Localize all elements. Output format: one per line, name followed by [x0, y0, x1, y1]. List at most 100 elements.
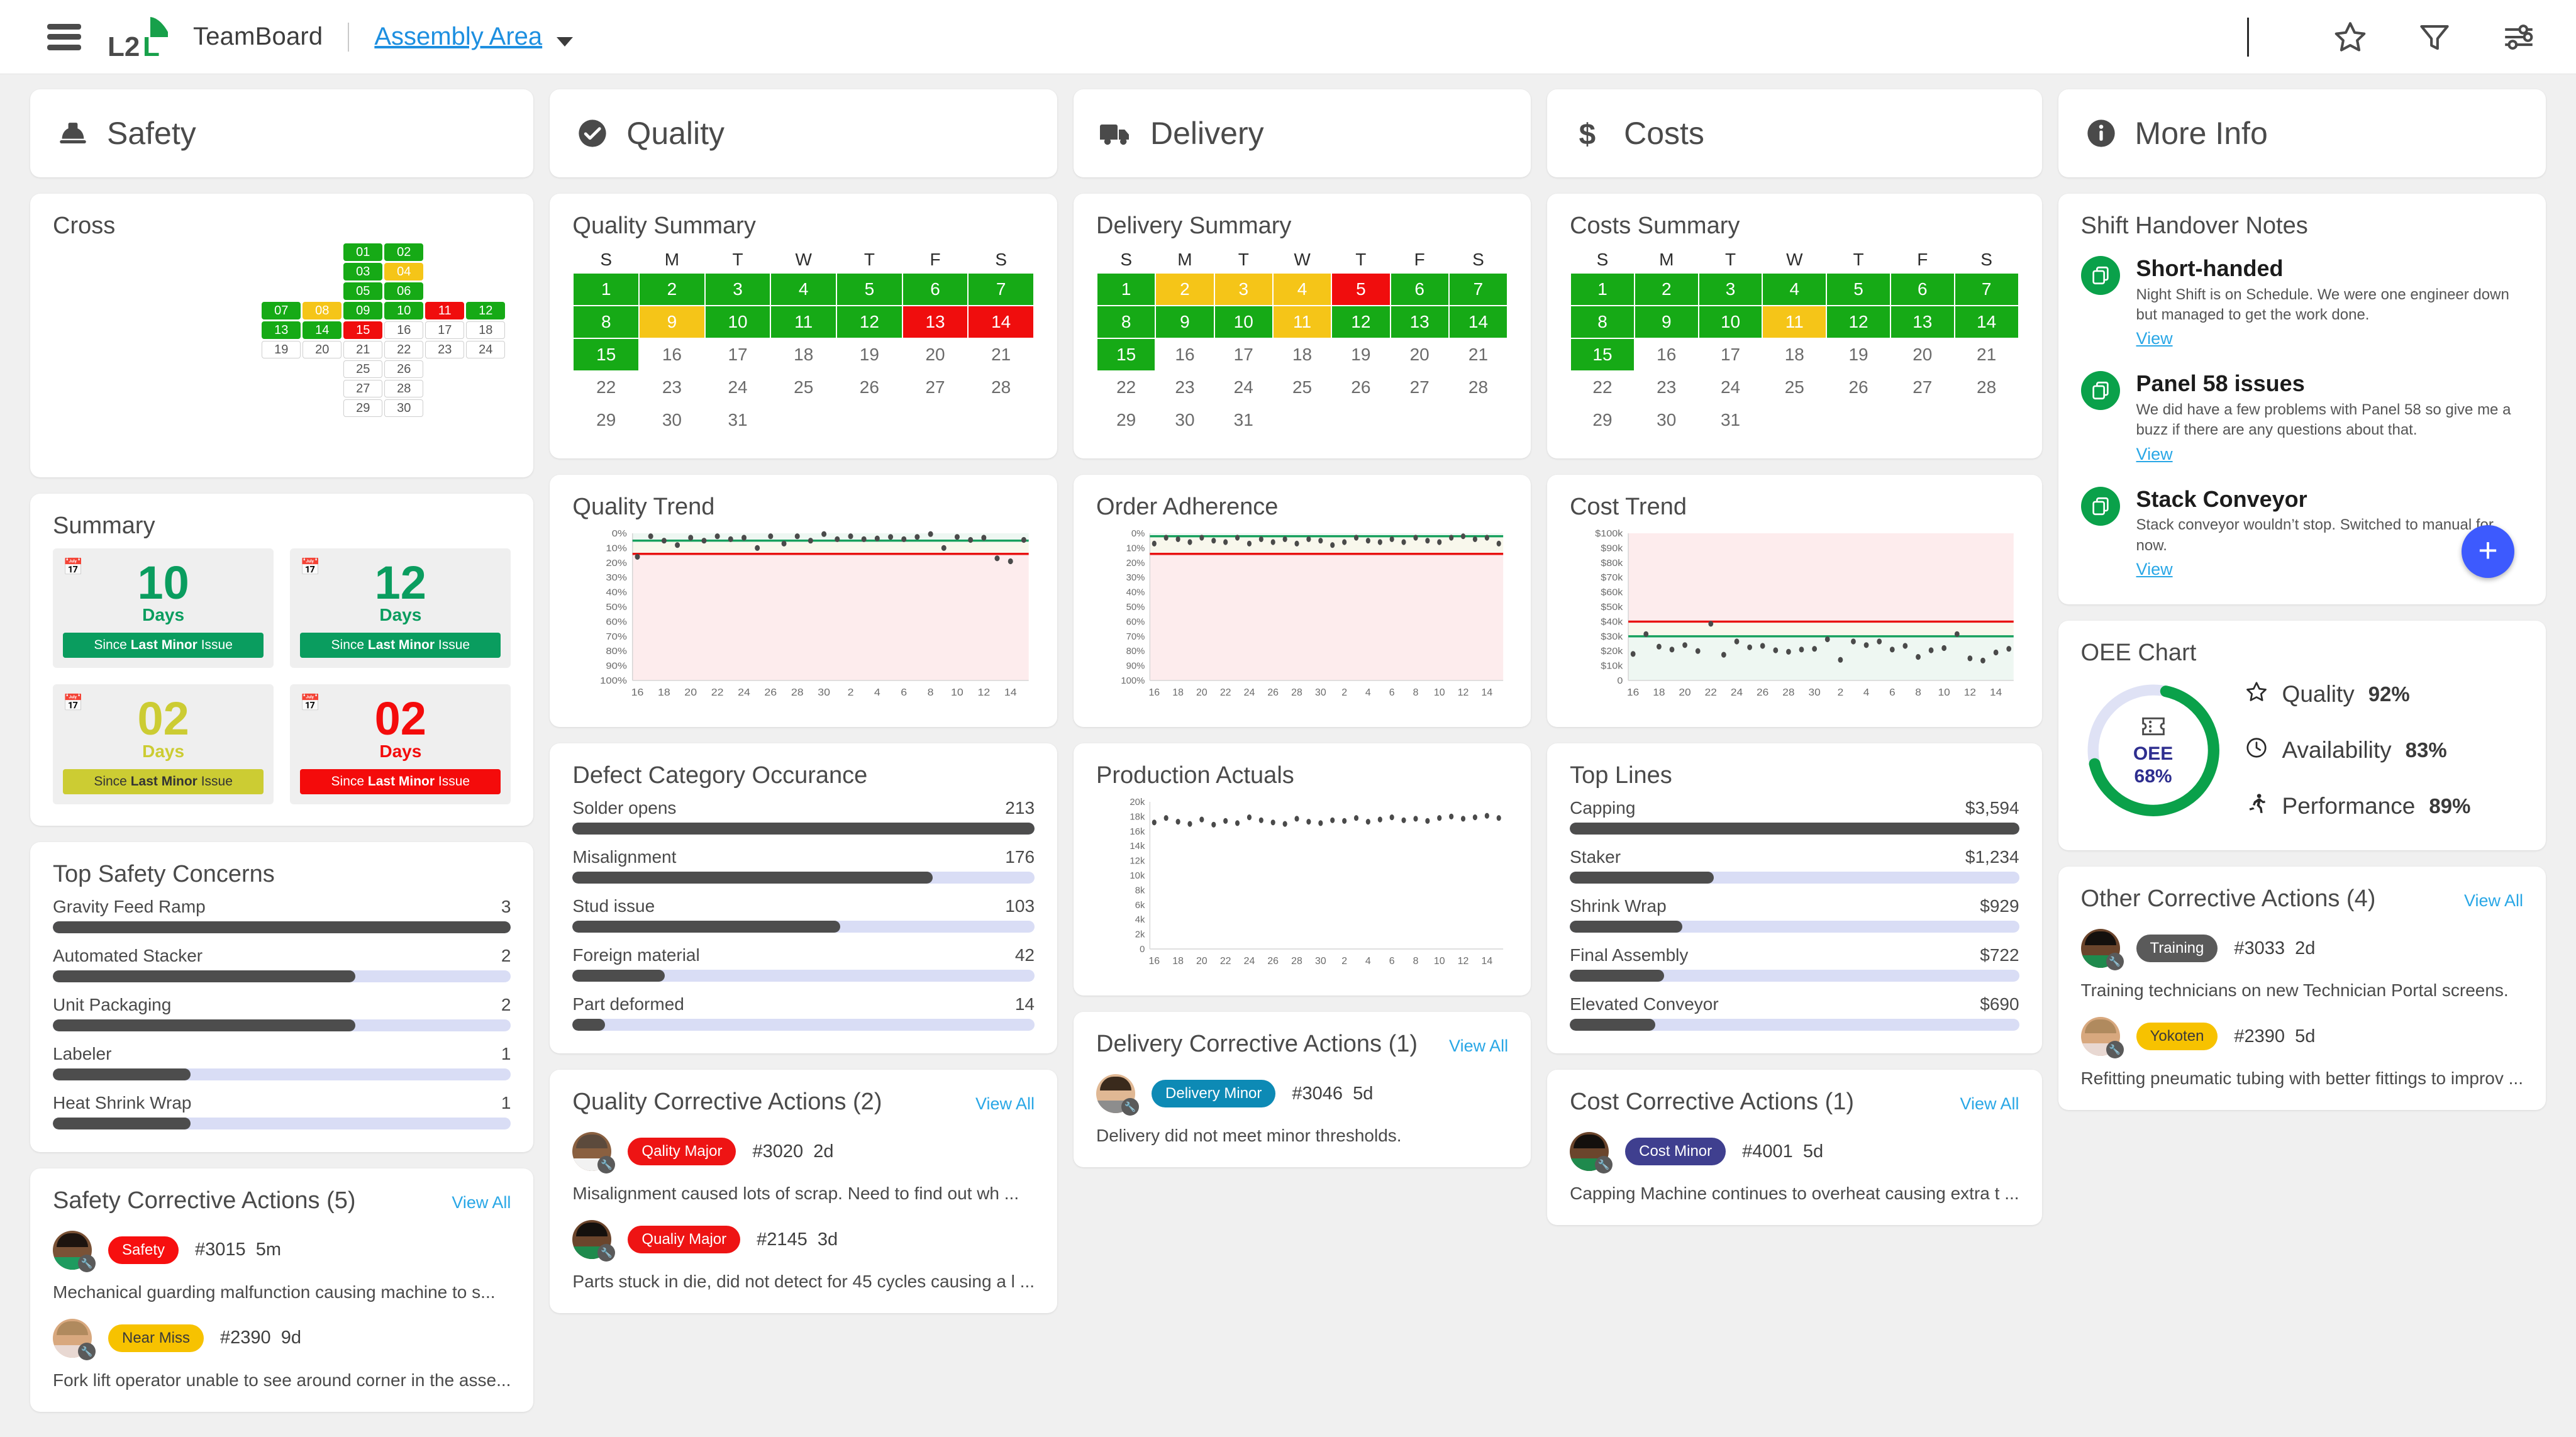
calendar-day[interactable]: 10 — [705, 306, 770, 338]
calendar-day[interactable]: 25 — [1274, 372, 1331, 403]
calendar-day[interactable]: 23 — [1156, 372, 1213, 403]
calendar-day[interactable]: 7 — [969, 274, 1034, 305]
calendar-day[interactable]: 8 — [1571, 306, 1634, 338]
calendar-day[interactable]: 26 — [1332, 372, 1389, 403]
view-all-link[interactable]: View All — [1449, 1036, 1508, 1056]
calendar-day[interactable]: 22 — [574, 372, 638, 403]
calendar-day[interactable]: 14 — [1955, 306, 2018, 338]
bar-list-row[interactable]: Final Assembly $722 — [1570, 945, 2019, 982]
summary-tile[interactable]: 📅 12 Days Since Last Minor Issue — [290, 548, 511, 669]
filter-icon[interactable] — [2415, 18, 2454, 57]
bar-list-row[interactable]: Foreign material 42 — [572, 945, 1035, 982]
calendar-day[interactable]: 6 — [902, 274, 968, 305]
calendar-day[interactable]: 20 — [1391, 339, 1448, 370]
calendar-day[interactable]: 16 — [1156, 339, 1213, 370]
calendar-day[interactable]: 4 — [1763, 274, 1826, 305]
cross-cell[interactable]: 04 — [384, 263, 424, 280]
cross-cell[interactable]: 20 — [303, 341, 342, 358]
cross-cell[interactable]: 08 — [303, 302, 342, 319]
area-selector[interactable]: Assembly Area — [374, 23, 573, 51]
bar-list-row[interactable]: Shrink Wrap $929 — [1570, 896, 2019, 933]
cross-cell[interactable]: 05 — [343, 282, 383, 300]
calendar-day[interactable]: 6 — [1391, 274, 1448, 305]
calendar-day[interactable]: 13 — [1391, 306, 1448, 338]
corrective-action-item[interactable]: 🔧 Delivery Minor #3046 5d Delivery did not … — [1096, 1074, 1508, 1146]
bar-list-row[interactable]: Unit Packaging 2 — [53, 995, 511, 1031]
calendar-day[interactable]: 28 — [969, 372, 1033, 403]
bar-list-row[interactable]: Part deformed 14 — [572, 994, 1035, 1031]
calendar-day[interactable]: 8 — [574, 306, 639, 338]
corrective-action-item[interactable]: 🔧 Qualiy Major #2145 3d Parts stuck in die,… — [572, 1220, 1035, 1292]
cross-cell[interactable]: 16 — [384, 321, 424, 339]
calendar-day[interactable]: 17 — [706, 339, 770, 370]
calendar-day[interactable]: 2 — [1635, 274, 1698, 305]
corrective-action-item[interactable]: 🔧 Safety #3015 5m Mechanical guarding malfu… — [53, 1230, 511, 1302]
calendar-day[interactable]: 31 — [1215, 404, 1272, 436]
bar-list-row[interactable]: Misalignment 176 — [572, 847, 1035, 884]
calendar-day[interactable]: 30 — [1635, 404, 1698, 436]
calendar-day[interactable]: 3 — [1699, 274, 1762, 305]
calendar-day[interactable]: 28 — [1450, 372, 1507, 403]
calendar-day[interactable]: 17 — [1699, 339, 1762, 370]
corrective-action-item[interactable]: 🔧 Cost Minor #4001 5d Capping Machine conti… — [1570, 1132, 2019, 1204]
cross-cell[interactable]: 17 — [425, 321, 465, 339]
shift-note-view-link[interactable]: View — [2136, 560, 2173, 579]
calendar-day[interactable]: 23 — [640, 372, 704, 403]
cross-cell[interactable]: 03 — [343, 263, 383, 280]
view-all-link[interactable]: View All — [2464, 891, 2523, 911]
calendar-day[interactable]: 13 — [902, 306, 968, 338]
cross-cell[interactable]: 14 — [303, 321, 342, 339]
calendar-day[interactable]: 12 — [1827, 306, 1890, 338]
calendar-day[interactable]: 9 — [640, 306, 704, 338]
calendar-day[interactable]: 27 — [903, 372, 968, 403]
bar-list-row[interactable]: Elevated Conveyor $690 — [1570, 994, 2019, 1031]
calendar-day[interactable]: 23 — [1635, 372, 1698, 403]
view-all-link[interactable]: View All — [975, 1094, 1035, 1114]
calendar-day[interactable]: 25 — [771, 372, 836, 403]
calendar-day[interactable]: 15 — [574, 339, 639, 370]
corrective-action-item[interactable]: 🔧 Near Miss #2390 9d Fork lift operator una… — [53, 1318, 511, 1390]
calendar-day[interactable]: 9 — [1635, 306, 1698, 338]
calendar-day[interactable]: 18 — [1274, 339, 1331, 370]
cross-cell[interactable]: 26 — [384, 360, 424, 378]
summary-tile[interactable]: 📅 02 Days Since Last Minor Issue — [290, 684, 511, 804]
cross-cell[interactable]: 25 — [343, 360, 383, 378]
corrective-action-item[interactable]: 🔧 Yokoten #2390 5d Refitting pneumatic tubi… — [2080, 1017, 2523, 1089]
calendar-day[interactable]: 11 — [771, 306, 836, 338]
calendar-day[interactable]: 3 — [705, 274, 770, 305]
calendar-day[interactable]: 27 — [1891, 372, 1954, 403]
calendar-day[interactable]: 5 — [837, 274, 902, 305]
calendar-day[interactable]: 31 — [1699, 404, 1762, 436]
cross-cell[interactable]: 22 — [384, 341, 424, 358]
bar-list-row[interactable]: Stud issue 103 — [572, 896, 1035, 933]
cross-cell[interactable]: 06 — [384, 282, 424, 300]
calendar-day[interactable]: 28 — [1955, 372, 2018, 403]
calendar-day[interactable]: 29 — [1571, 404, 1634, 436]
calendar-day[interactable]: 29 — [574, 404, 638, 436]
calendar-day[interactable]: 24 — [706, 372, 770, 403]
calendar-day[interactable]: 21 — [1450, 339, 1507, 370]
calendar-day[interactable]: 14 — [1449, 306, 1507, 338]
cross-cell[interactable]: 19 — [262, 341, 301, 358]
bar-list-row[interactable]: Staker $1,234 — [1570, 847, 2019, 884]
bar-list-row[interactable]: Automated Stacker 2 — [53, 946, 511, 982]
summary-tile[interactable]: 📅 02 Days Since Last Minor Issue — [53, 684, 274, 804]
calendar-day[interactable]: 24 — [1215, 372, 1272, 403]
bar-list-row[interactable]: Capping $3,594 — [1570, 798, 2019, 835]
calendar-day[interactable]: 8 — [1097, 306, 1155, 338]
calendar-day[interactable]: 21 — [1955, 339, 2018, 370]
cross-cell[interactable]: 12 — [466, 302, 506, 319]
calendar-day[interactable]: 18 — [1763, 339, 1826, 370]
calendar-day[interactable]: 2 — [1156, 274, 1214, 305]
calendar-day[interactable]: 22 — [1571, 372, 1634, 403]
calendar-day[interactable]: 18 — [771, 339, 836, 370]
cross-cell[interactable]: 18 — [466, 321, 506, 339]
summary-tile[interactable]: 📅 10 Days Since Last Minor Issue — [53, 548, 274, 669]
calendar-day[interactable]: 20 — [1891, 339, 1954, 370]
shift-note-view-link[interactable]: View — [2136, 445, 2173, 464]
calendar-day[interactable]: 31 — [706, 404, 770, 436]
bar-list-row[interactable]: Labeler 1 — [53, 1044, 511, 1080]
calendar-day[interactable]: 20 — [903, 339, 968, 370]
calendar-day[interactable]: 19 — [837, 339, 902, 370]
cross-cell[interactable]: 15 — [343, 321, 383, 339]
